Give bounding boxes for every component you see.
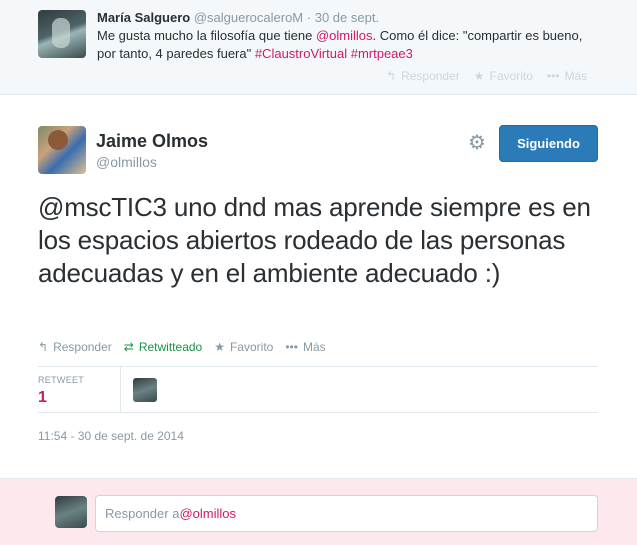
avatar-maria[interactable]	[38, 10, 86, 58]
favorite-label: Favorito	[229, 340, 274, 354]
prev-author-handle[interactable]: @salguerocaleroM	[194, 10, 303, 25]
reply-icon: ↰	[386, 69, 397, 83]
tweet-actions: ↰ Responder ⇄ Retwitteado ★ Favorito ••• Más	[38, 340, 326, 354]
retweet-action[interactable]: ⇄ Retwitteado	[124, 340, 202, 354]
prev-favorite-label: Favorito	[489, 69, 533, 83]
retweet-count[interactable]: 1	[38, 389, 47, 407]
reply-icon: ↰	[38, 340, 49, 354]
following-button[interactable]: Siguiendo	[499, 125, 598, 162]
prev-reply-action[interactable]: ↰ Responder	[386, 69, 460, 83]
prev-tweet-actions: ↰ Responder ★ Favorito ••• Más	[386, 69, 587, 83]
retweeter-avatar[interactable]	[133, 378, 157, 402]
hashtag-link-2[interactable]: #mrtpeae3	[351, 46, 413, 61]
current-user-avatar	[55, 496, 87, 528]
ellipsis-icon: •••	[546, 69, 560, 83]
star-icon: ★	[214, 340, 225, 354]
author-handle[interactable]: @olmillos	[96, 154, 157, 170]
hashtag-link-1[interactable]: #ClaustroVirtual	[255, 46, 347, 61]
reply-placeholder: Responder a	[105, 506, 180, 521]
prev-tweet-text: Me gusta mucho la filosofía que tiene @o…	[97, 27, 597, 63]
tweet-text: @mscTIC3 uno dnd mas aprende siempre es …	[38, 192, 591, 288]
tweet-stats: RETWEET 1	[38, 366, 598, 413]
retweeted-label: Retwitteado	[138, 340, 203, 354]
author-name[interactable]: Jaime Olmos	[96, 131, 208, 152]
avatar-jaime[interactable]	[38, 126, 86, 174]
prev-more-label: Más	[564, 69, 588, 83]
prev-author-name[interactable]: María Salguero	[97, 10, 190, 25]
separator-dot: ·	[306, 10, 312, 25]
mention-link[interactable]: @olmillos	[316, 28, 373, 43]
prev-text-part1: Me gusta mucho la filosofía que tiene	[97, 28, 316, 43]
tweet-timestamp[interactable]: 11:54 - 30 de sept. de 2014	[38, 429, 184, 443]
prev-tweet-date[interactable]: 30 de sept.	[315, 10, 379, 25]
reply-bar: Responder a @olmillos	[0, 478, 637, 545]
reply-input[interactable]: Responder a @olmillos	[95, 495, 598, 532]
prev-reply-label: Responder	[401, 69, 460, 83]
prev-tweet-header: María Salguero @salguerocaleroM · 30 de …	[97, 10, 379, 25]
stats-divider	[120, 367, 121, 413]
gear-icon[interactable]: ⚙	[466, 132, 488, 154]
star-icon: ★	[473, 69, 485, 83]
prev-more-action[interactable]: ••• Más	[547, 69, 587, 83]
previous-tweet[interactable]: María Salguero @salguerocaleroM · 30 de …	[0, 0, 637, 95]
retweet-icon: ⇄	[123, 340, 134, 354]
reply-action[interactable]: ↰ Responder	[38, 340, 112, 354]
reply-label: Responder	[53, 340, 112, 354]
reply-mention: @olmillos	[179, 506, 236, 521]
ellipsis-icon: •••	[285, 340, 298, 354]
prev-favorite-action[interactable]: ★ Favorito	[474, 69, 533, 83]
retweet-stat-label: RETWEET	[38, 375, 85, 385]
favorite-action[interactable]: ★ Favorito	[214, 340, 273, 354]
more-action[interactable]: ••• Más	[285, 340, 325, 354]
more-label: Más	[302, 340, 326, 354]
